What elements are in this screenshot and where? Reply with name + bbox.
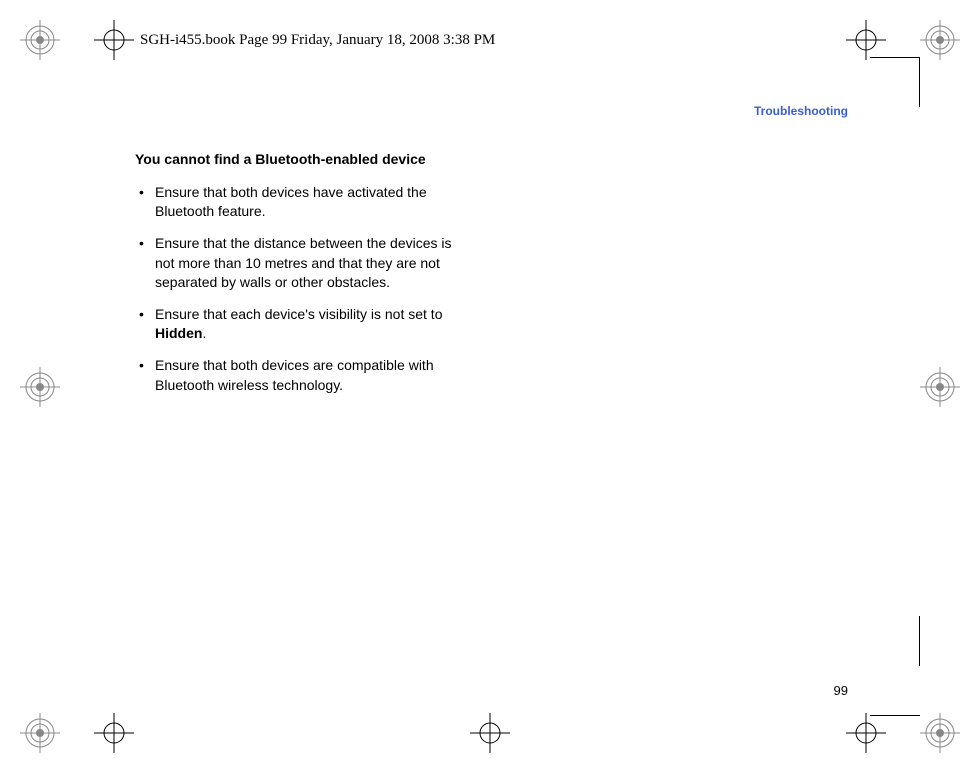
- bullet-list: Ensure that both devices have activated …: [135, 183, 465, 395]
- section-header: Troubleshooting: [754, 104, 848, 118]
- crop-mark-icon: [20, 367, 60, 407]
- crop-mark-icon: [20, 713, 60, 753]
- list-item: Ensure that both devices have activated …: [135, 183, 465, 222]
- list-item-text: .: [202, 325, 206, 341]
- page-number: 99: [834, 683, 848, 698]
- subheading: You cannot find a Bluetooth-enabled devi…: [135, 150, 465, 169]
- crop-mark-icon: [920, 367, 960, 407]
- list-item: Ensure that the distance between the dev…: [135, 234, 465, 293]
- registration-mark-icon: [92, 711, 136, 755]
- list-item: Ensure that both devices are compatible …: [135, 356, 465, 395]
- registration-mark-icon: [92, 18, 136, 62]
- list-item-bold: Hidden: [155, 325, 202, 341]
- document-header: SGH-i455.book Page 99 Friday, January 18…: [140, 32, 495, 49]
- crop-mark-icon: [920, 20, 960, 60]
- crop-mark-icon: [20, 20, 60, 60]
- trim-line-icon: [870, 715, 920, 716]
- trim-line-icon: [870, 57, 920, 58]
- registration-mark-icon: [844, 711, 888, 755]
- list-item: Ensure that each device's visibility is …: [135, 305, 465, 344]
- registration-mark-icon: [468, 711, 512, 755]
- trim-line-icon: [919, 57, 920, 107]
- trim-line-icon: [919, 616, 920, 666]
- crop-mark-icon: [920, 713, 960, 753]
- list-item-text: Ensure that each device's visibility is …: [155, 306, 442, 322]
- registration-mark-icon: [844, 18, 888, 62]
- content-area: You cannot find a Bluetooth-enabled devi…: [135, 150, 465, 407]
